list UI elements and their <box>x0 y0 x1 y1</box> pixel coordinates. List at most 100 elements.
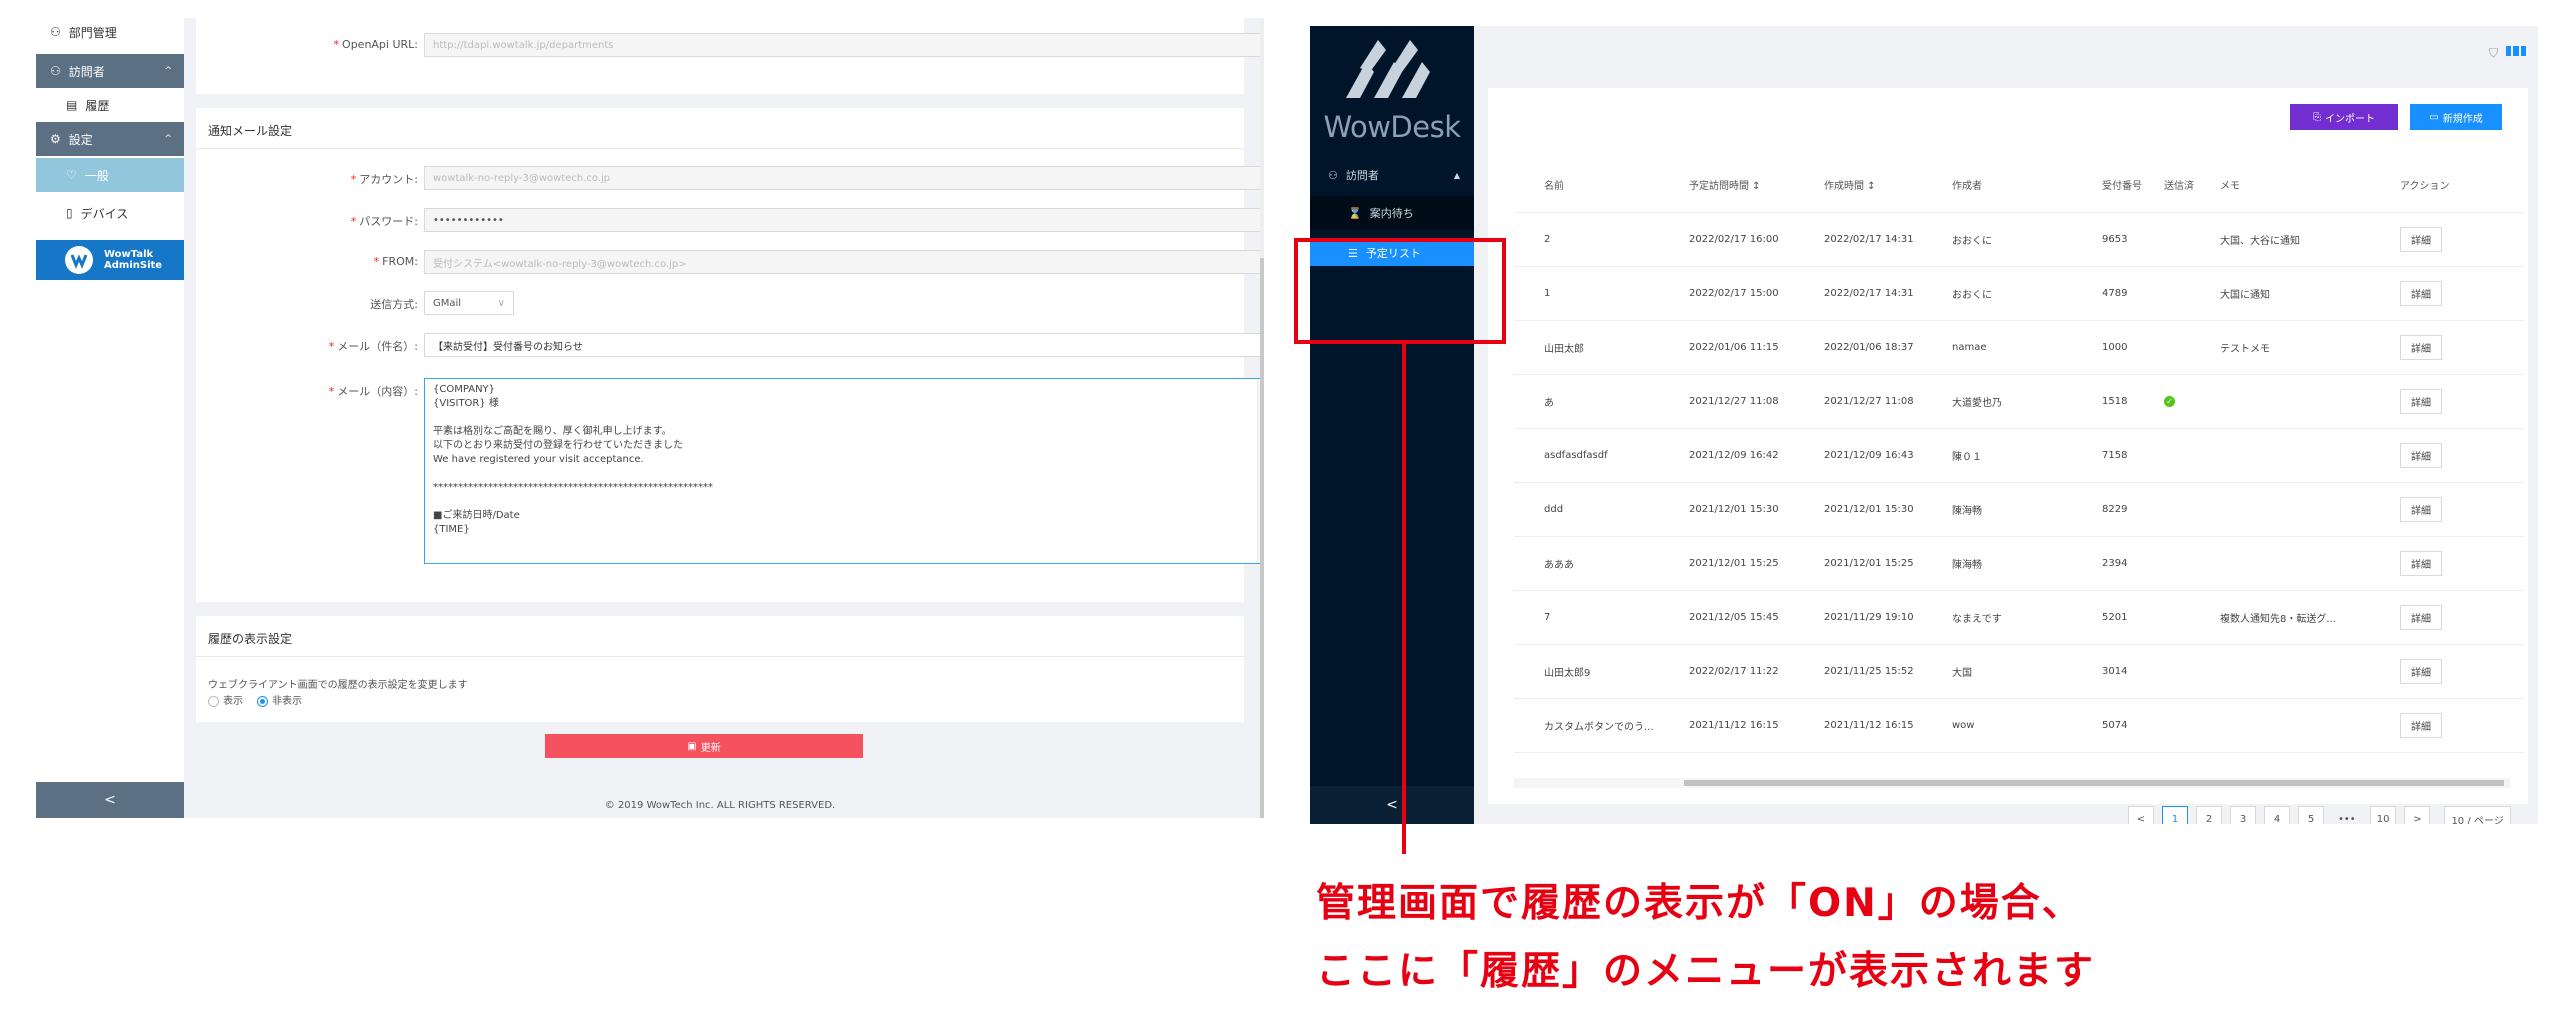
sidebar-section-visitors[interactable]: ⚇ 訪問者 ▲ <box>1310 158 1474 192</box>
visitor-icon: ⚇ <box>1328 168 1338 182</box>
page-button[interactable]: 10 <box>2369 806 2397 824</box>
body-line <box>433 467 1263 481</box>
account-field[interactable]: wowtalk-no-reply-3@wowtech.co.jp <box>424 166 1264 190</box>
detail-button[interactable]: 詳細 <box>2400 604 2442 630</box>
from-field[interactable]: 受付システム<wowtalk-no-reply-3@wowtech.co.jp> <box>424 250 1264 274</box>
page-button[interactable]: 5 <box>2298 806 2324 824</box>
action-cell[interactable]: 詳細 <box>2370 266 2524 321</box>
table-cell: 陳海畅 <box>1922 482 2072 537</box>
table-cell: 5201 <box>2072 590 2164 645</box>
password-field[interactable]: •••••••••••• <box>424 208 1264 232</box>
detail-button[interactable]: 詳細 <box>2400 712 2442 738</box>
table-cell: 2021/12/09 16:43 <box>1794 428 1922 483</box>
table-cell: 2021/11/25 15:52 <box>1794 644 1922 699</box>
detail-button[interactable]: 詳細 <box>2400 496 2442 522</box>
gear-icon: ⚙ <box>50 132 61 146</box>
detail-button[interactable]: 詳細 <box>2400 388 2442 414</box>
user-icon[interactable]: ⛉ <box>2489 46 2498 61</box>
sidebar-section-settings[interactable]: ⚙ 設定 ^ <box>36 122 184 156</box>
sidebar-item-general[interactable]: ♡ 一般 <box>36 158 184 192</box>
detail-button[interactable]: 詳細 <box>2400 280 2442 306</box>
table-row: asdfasdfasdf 2021/12/09 16:42 2021/12/09 1… <box>1514 428 2524 483</box>
detail-button[interactable]: 詳細 <box>2400 550 2442 576</box>
radio-hide[interactable]: 非表示 <box>257 692 302 707</box>
create-button[interactable]: ▭ 新規作成 <box>2410 104 2502 130</box>
table-cell: 2021/11/29 19:10 <box>1794 590 1922 645</box>
table-cell <box>2210 374 2370 429</box>
radio-show[interactable]: 表示 <box>208 692 243 707</box>
sent-cell <box>2164 428 2210 483</box>
table-cell: 2021/12/27 11:08 <box>1794 374 1922 429</box>
body-line: 平素は格別なご高配を賜り、厚く御礼申し上げます。 <box>433 426 672 437</box>
action-cell[interactable]: 詳細 <box>2370 320 2524 375</box>
col-name: 名前 <box>1514 158 1659 213</box>
sidebar-item-label: デバイス <box>80 206 129 221</box>
language-icon[interactable] <box>2506 46 2526 58</box>
action-cell[interactable]: 詳細 <box>2370 536 2524 591</box>
col-scheduled-time[interactable]: 予定訪問時間 ↕ <box>1659 158 1794 213</box>
sent-cell <box>2164 536 2210 591</box>
save-icon: ▣ <box>687 740 697 752</box>
action-cell[interactable]: 詳細 <box>2370 212 2524 267</box>
action-cell[interactable]: 詳細 <box>2370 374 2524 429</box>
sidebar-item-departments[interactable]: ⚇ 部門管理 <box>36 18 184 46</box>
table-cell: 2021/12/01 15:25 <box>1794 536 1922 591</box>
detail-button[interactable]: 詳細 <box>2400 442 2442 468</box>
page-scrollbar[interactable] <box>1260 18 1264 818</box>
table-cell: おおくに <box>1922 266 2072 321</box>
table-row: 山田太郎 2022/01/06 11:15 2022/01/06 18:37 nama… <box>1514 320 2524 375</box>
detail-button[interactable]: 詳細 <box>2400 334 2442 360</box>
wowdesk-logo-text: WowDesk <box>1323 110 1461 144</box>
body-textarea[interactable]: {COMPANY} {VISITOR} 様 平素は格別なご高配を賜り、厚く御礼申… <box>424 378 1264 564</box>
chevron-up-icon: ▲ <box>1453 170 1460 180</box>
page-ellipsis[interactable]: ••• <box>2332 806 2362 825</box>
sidebar-item-waiting[interactable]: ⌛ 案内待ち <box>1310 196 1474 230</box>
table-horizontal-scrollbar[interactable] <box>1514 778 2510 788</box>
table-row: あああ 2021/12/01 15:25 2021/12/01 15:25 陳海畅 23… <box>1514 536 2524 591</box>
page-size-select[interactable]: 10 / ページ <box>2444 806 2511 824</box>
subject-field[interactable]: 【来訪受付】受付番号のお知らせ <box>424 333 1264 357</box>
import-button[interactable]: ⎘ インポート <box>2290 104 2398 130</box>
page-button[interactable]: 4 <box>2264 806 2290 824</box>
admin-settings-screenshot: ⚇ 部門管理 ⚇ 訪問者 ^ ▤ 履歴 ⚙ 設定 ^ ♡ 一般 ▯ デバイス W… <box>36 18 1264 818</box>
page-prev-button[interactable]: < <box>2128 806 2154 824</box>
update-button-label: 更新 <box>700 742 721 754</box>
page-button[interactable]: 2 <box>2196 806 2222 824</box>
table-cell: 山田太郎9 <box>1514 644 1659 699</box>
sidebar-item-label: 訪問者 <box>68 64 105 79</box>
col-created-time[interactable]: 作成時間 ↕ <box>1794 158 1922 213</box>
update-button[interactable]: ▣ 更新 <box>545 734 863 758</box>
send-method-select[interactable]: GMail ∨ <box>424 291 514 315</box>
col-action: アクション <box>2370 158 2524 213</box>
sidebar-item-history[interactable]: ▤ 履歴 <box>36 90 184 120</box>
table-cell: 2021/12/27 11:08 <box>1659 374 1794 429</box>
sidebar-section-visitors[interactable]: ⚇ 訪問者 ^ <box>36 54 184 88</box>
detail-button[interactable]: 詳細 <box>2400 226 2442 252</box>
top-header: ⛉ <box>1474 26 2538 90</box>
detail-button[interactable]: 詳細 <box>2400 658 2442 684</box>
table-cell: 3014 <box>2072 644 2164 699</box>
table-cell: 2022/02/17 14:31 <box>1794 212 1922 267</box>
history-display-title: 履歴の表示設定 <box>208 632 293 646</box>
action-cell[interactable]: 詳細 <box>2370 698 2524 753</box>
page-button[interactable]: 3 <box>2230 806 2256 824</box>
device-icon: ▯ <box>66 206 73 220</box>
sidebar-collapse-button[interactable]: < <box>1310 786 1474 824</box>
sidebar-collapse-button[interactable]: < <box>36 782 184 818</box>
page-button[interactable]: 1 <box>2162 806 2188 824</box>
openapi-card: * OpenApi URL: http://tdapi.wowtalk.jp/de… <box>196 18 1264 94</box>
sidebar-item-label: 履歴 <box>85 98 110 113</box>
table-cell: 山田太郎 <box>1514 320 1659 375</box>
sent-cell <box>2164 212 2210 267</box>
table-cell: 2021/12/01 15:30 <box>1659 482 1794 537</box>
action-cell[interactable]: 詳細 <box>2370 428 2524 483</box>
action-cell[interactable]: 詳細 <box>2370 482 2524 537</box>
sidebar-item-devices[interactable]: ▯ デバイス <box>36 196 184 230</box>
col-memo: メモ <box>2210 158 2370 213</box>
check-circle-icon: ✓ <box>2164 395 2175 407</box>
action-cell[interactable]: 詳細 <box>2370 590 2524 645</box>
openapi-url-field[interactable]: http://tdapi.wowtalk.jp/departments <box>424 33 1264 57</box>
action-cell[interactable]: 詳細 <box>2370 644 2524 699</box>
page-next-button[interactable]: > <box>2404 806 2431 824</box>
table-cell: 陳海畅 <box>1922 536 2072 591</box>
